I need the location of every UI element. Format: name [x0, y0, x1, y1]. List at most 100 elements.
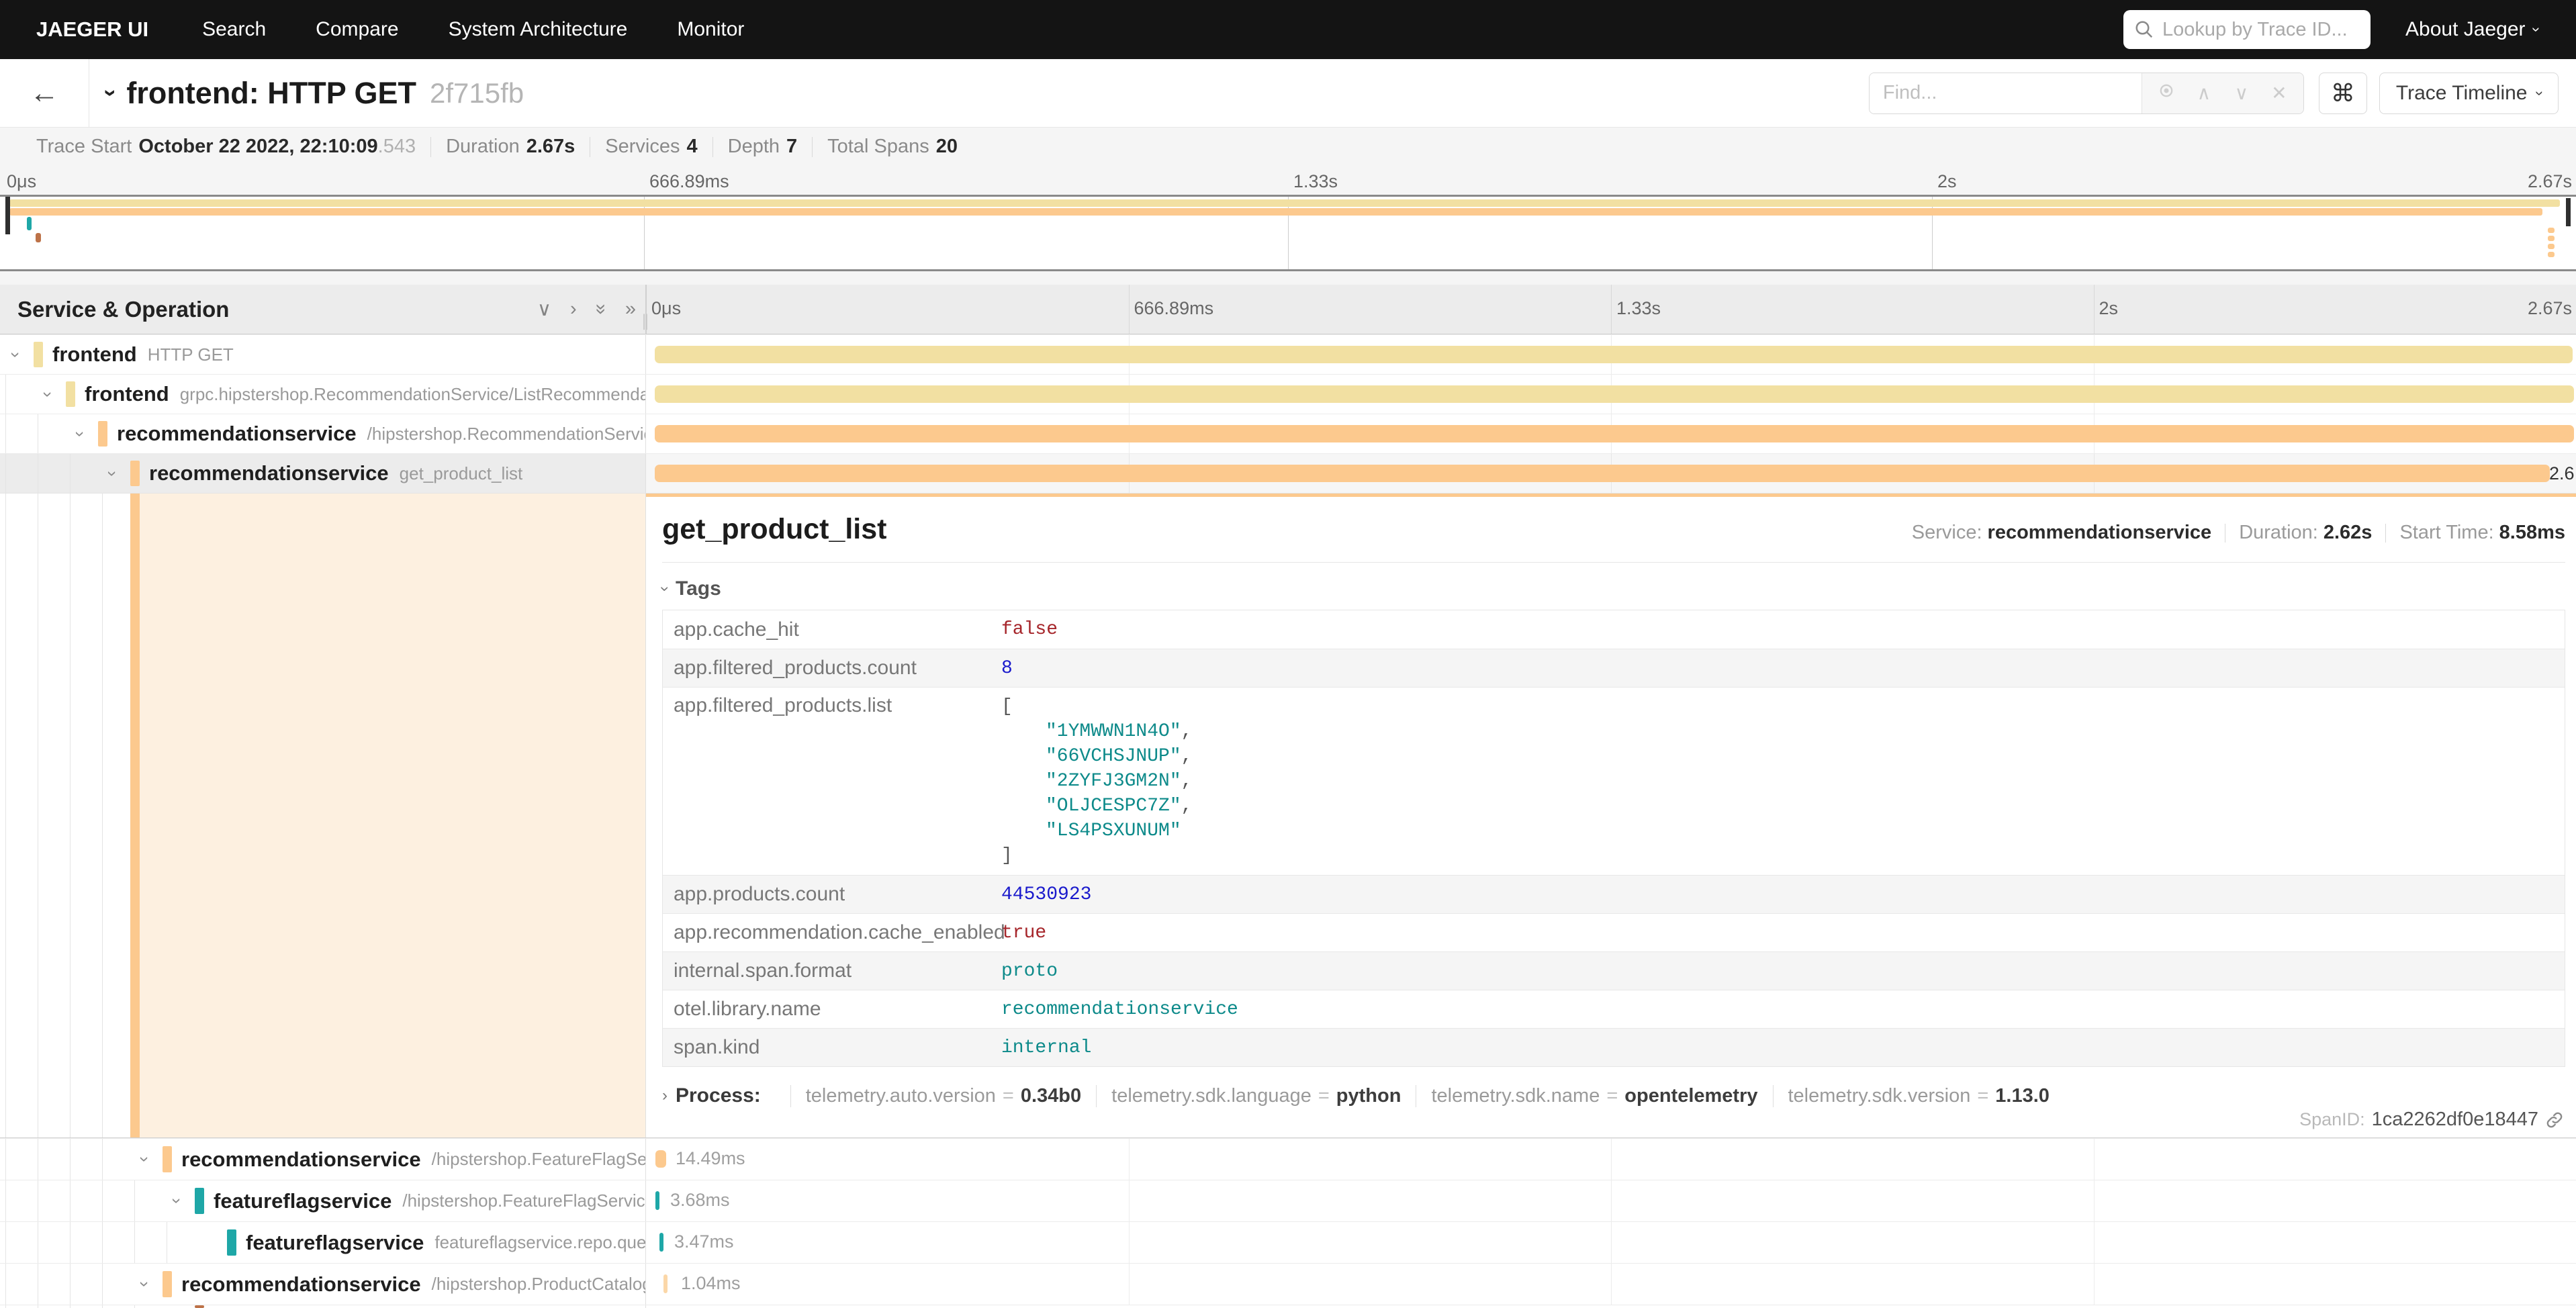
process-kv: telemetry.sdk.version=1.13.0 [1773, 1085, 2050, 1107]
find-next-icon[interactable]: ∨ [2223, 82, 2260, 104]
span-row[interactable]: › frontend HTTP GET [0, 334, 2576, 374]
span-color-bar [163, 1271, 172, 1297]
trace-start-value: October 22 2022, 22:10:09 [138, 136, 377, 158]
keyboard-shortcuts-button[interactable]: ⌘ [2319, 73, 2367, 114]
span-row[interactable]: › recommendationservice /hipstershop.Rec… [0, 414, 2576, 453]
chevron-down-icon[interactable]: › [167, 1198, 187, 1204]
minimap-span-featureflag [27, 217, 32, 230]
chevron-down-icon: › [2527, 27, 2544, 32]
collapse-trace-chevron-icon[interactable]: › [97, 89, 124, 97]
nav-item-system-architecture[interactable]: System Architecture [449, 18, 628, 41]
about-jaeger-menu[interactable]: About Jaeger › [2405, 18, 2538, 41]
trace-start-label: Trace Start [36, 136, 132, 158]
search-icon [2134, 19, 2154, 40]
chevron-down-icon[interactable]: › [102, 471, 123, 477]
tag-row: otel.library.name recommendationservice [663, 990, 2565, 1028]
nav-item-monitor[interactable]: Monitor [677, 18, 744, 41]
app-logo[interactable]: JAEGER UI [36, 17, 148, 42]
locate-icon[interactable] [2148, 81, 2185, 105]
chevron-right-icon: › [662, 1086, 668, 1105]
span-detail-row: get_product_list Service:recommendations… [0, 493, 2576, 1138]
span-color-bar [195, 1188, 204, 1214]
expand-all-icon[interactable]: » [625, 298, 636, 320]
collapse-all-icon[interactable]: » [590, 303, 612, 314]
column-resize-handle[interactable]: ∥ [641, 312, 651, 331]
find-clear-icon[interactable]: ✕ [2260, 82, 2298, 104]
chevron-down-icon: › [2530, 91, 2548, 96]
span-bar[interactable] [655, 346, 2573, 363]
span-bar[interactable] [655, 1191, 659, 1210]
timeline-grid-header: Service & Operation ∨ › » » ∥ 0μs 666.89… [0, 285, 2576, 334]
span-color-bar [227, 1229, 236, 1256]
chevron-down-icon: › [655, 586, 674, 592]
trace-id: 2f715fb [430, 77, 524, 109]
tag-row: app.products.count 44530923 [663, 875, 2565, 913]
span-color-bar [195, 1305, 204, 1308]
chevron-down-icon[interactable]: › [70, 431, 91, 437]
detail-duration: 2.62s [2324, 522, 2373, 544]
find-group: Find... ∧ ∨ ✕ [1869, 73, 2304, 114]
trace-minimap: 0μs 666.89ms 1.33s 2s 2.67s [0, 166, 2576, 285]
span-bar[interactable] [655, 385, 2574, 403]
timeline-axis: 0μs 666.89ms 1.33s 2s 2.67s [646, 285, 2576, 334]
chevron-down-icon[interactable]: › [134, 1156, 155, 1162]
span-row[interactable]: › frontend grpc.hipstershop.Recommendati… [0, 374, 2576, 414]
nav-item-compare[interactable]: Compare [316, 18, 398, 41]
trace-summary: Trace Start October 22 2022, 22:10:09.54… [0, 128, 2576, 166]
span-color-bar [130, 461, 140, 485]
tag-row: app.filtered_products.list [ "1YMWWN1N4O… [663, 687, 2565, 875]
span-row-selected[interactable]: › recommendationservice get_product_list… [0, 453, 2576, 493]
tag-row: app.filtered_products.count 8 [663, 649, 2565, 687]
process-kv: telemetry.auto.version=0.34b0 [790, 1085, 1081, 1107]
link-icon[interactable] [2545, 1111, 2564, 1129]
viewport-scrubber-right[interactable] [2566, 198, 2571, 226]
span-color-bar [34, 342, 43, 367]
tag-row: app.recommendation.cache_enabled true [663, 913, 2565, 951]
detail-operation-title: get_product_list [662, 513, 1912, 546]
service-operation-header: Service & Operation [17, 297, 518, 322]
back-button[interactable]: ← [0, 59, 89, 127]
span-row-partial[interactable] [0, 1305, 2576, 1308]
viewport-scrubber-left[interactable] [5, 197, 10, 234]
expand-one-icon[interactable]: › [570, 298, 577, 320]
tags-section-toggle[interactable]: › Tags [662, 577, 2565, 600]
find-prev-icon[interactable]: ∧ [2185, 82, 2223, 104]
span-bar[interactable] [655, 425, 2574, 442]
process-section-toggle[interactable]: › Process: telemetry.auto.version=0.34b0… [662, 1084, 2565, 1107]
nav-item-search[interactable]: Search [202, 18, 266, 41]
span-row[interactable]: › recommendationservice /hipstershop.Pro… [0, 1263, 2576, 1305]
process-kv: telemetry.sdk.name=opentelemetry [1416, 1085, 1757, 1107]
depth-value: 7 [786, 136, 797, 158]
span-row[interactable]: › featureflagservice /hipstershop.Featur… [0, 1180, 2576, 1221]
detail-tint-area [140, 494, 645, 1137]
span-color-bar [66, 381, 75, 406]
detail-accent-stripe [130, 494, 140, 1137]
trace-view-selector[interactable]: Trace Timeline › [2379, 73, 2559, 114]
span-color-bar [163, 1146, 172, 1172]
span-duration-label: 3.68ms [670, 1190, 730, 1211]
tags-table: app.cache_hit false app.filtered_product… [662, 610, 2565, 1067]
span-id: SpanID: 1ca2262df0e18447 [2299, 1109, 2564, 1131]
span-bar[interactable] [663, 1274, 668, 1293]
span-row[interactable]: featureflagservice featureflagservice.re… [0, 1221, 2576, 1263]
chevron-down-icon[interactable]: › [38, 391, 58, 398]
detail-meta: Service:recommendationservice Duration:2… [1912, 522, 2565, 544]
trace-id-lookup-input[interactable]: Lookup by Trace ID... [2123, 10, 2371, 49]
minimap-ticks: 0μs 666.89ms 1.33s 2s 2.67s [0, 166, 2576, 195]
span-bar[interactable] [655, 1150, 666, 1168]
chevron-down-icon[interactable]: › [5, 352, 26, 358]
span-bar[interactable] [659, 1233, 663, 1252]
total-spans-value: 20 [936, 136, 958, 158]
span-row[interactable]: › recommendationservice /hipstershop.Fea… [0, 1138, 2576, 1180]
minimap-canvas[interactable] [0, 195, 2576, 271]
minimap-span-frontend [9, 199, 2560, 207]
span-bar[interactable] [655, 465, 2550, 482]
detail-service: recommendationservice [1988, 522, 2212, 544]
duration-value: 2.67s [526, 136, 576, 158]
collapse-one-icon[interactable]: ∨ [537, 297, 551, 321]
detail-start-time: 8.58ms [2499, 522, 2565, 544]
chevron-down-icon[interactable]: › [134, 1281, 155, 1287]
tag-row: internal.span.format proto [663, 951, 2565, 990]
span-duration-label: 2.6 [2549, 463, 2576, 484]
find-input[interactable]: Find... [1870, 73, 2142, 113]
